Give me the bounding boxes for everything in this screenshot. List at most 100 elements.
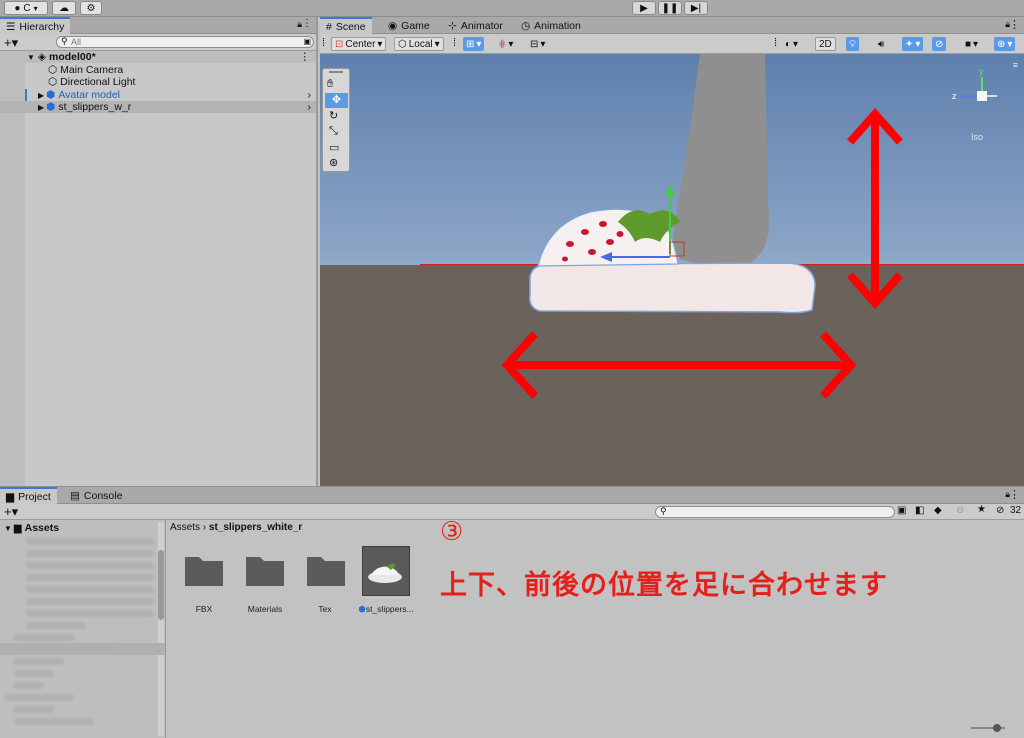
chevron-right-icon[interactable]: › xyxy=(308,89,312,101)
space-local-dropdown[interactable]: ⬡ Local ▾ xyxy=(394,37,444,51)
filter-by-type-icon[interactable]: ◧ xyxy=(915,505,924,516)
gizmo-z-cone[interactable] xyxy=(961,95,975,97)
increment-snap-toggle[interactable]: ⋕ ▾ xyxy=(495,37,516,51)
asset-folder-tex[interactable] xyxy=(306,553,350,601)
expand-arrow-icon[interactable]: ▼ xyxy=(27,53,35,62)
list-item[interactable] xyxy=(0,583,165,595)
asset-folder-fbx[interactable] xyxy=(184,553,228,601)
account-dropdown[interactable]: ● C ▾ xyxy=(4,1,48,15)
list-item[interactable] xyxy=(0,571,165,583)
more-icon[interactable]: ⋮ xyxy=(302,18,312,29)
gizmo-y-cone[interactable] xyxy=(981,77,983,91)
hierarchy-item-st-slippers[interactable]: ▶ ⬢ st_slippers_w_r › xyxy=(0,101,316,113)
grid-visibility-dropdown[interactable]: ⊟ ▾ xyxy=(527,37,548,51)
tab-project[interactable]: ▆ Project xyxy=(0,487,57,504)
lighting-toggle[interactable]: 💡︎ xyxy=(846,37,859,51)
step-button[interactable]: ▶| xyxy=(684,1,708,15)
scene-panel: # Scene ◉ Game ⊹ Animator ◷ Animation 🔒︎… xyxy=(320,17,1024,486)
hidden-objects-toggle[interactable]: ⊘ xyxy=(932,37,947,51)
scene-orientation-gizmo[interactable]: ≡ y z Iso xyxy=(938,60,1018,144)
expand-arrow-icon[interactable]: ▼ xyxy=(4,524,12,533)
services-button[interactable]: ⚙ xyxy=(80,1,102,15)
hierarchy-item-avatar-model[interactable]: ▶ ⬢ Avatar model › xyxy=(0,89,316,101)
list-item[interactable] xyxy=(0,619,165,631)
tab-animation-label: Animation xyxy=(534,19,581,32)
list-item[interactable] xyxy=(0,547,165,559)
add-icon[interactable]: +▾ xyxy=(4,35,18,51)
transform-tool-icon[interactable]: ⊛ xyxy=(329,156,338,169)
hierarchy-item-directional-light[interactable]: ⬡ Directional Light xyxy=(0,76,316,88)
zoom-slider-thumb[interactable] xyxy=(993,724,1001,732)
tab-animation[interactable]: ◷ Animation xyxy=(515,17,587,34)
tab-game[interactable]: ◉ Game xyxy=(382,17,436,34)
tab-hierarchy[interactable]: ☰ Hierarchy xyxy=(0,17,71,34)
scene-viewport[interactable]: ✋︎ ✥ ↻ ⤡ ▭ ⊛ ≡ y z Iso xyxy=(320,54,1024,486)
list-item[interactable] xyxy=(0,703,165,715)
list-item[interactable] xyxy=(0,607,165,619)
list-item[interactable] xyxy=(0,595,165,607)
expand-arrow-icon[interactable]: ▶ xyxy=(38,91,44,100)
search-filter-icon[interactable]: ▣ xyxy=(303,37,311,46)
2d-toggle[interactable]: 2D xyxy=(815,37,836,51)
tab-scene[interactable]: # Scene xyxy=(320,17,372,34)
asset-model-st-slippers[interactable] xyxy=(362,546,410,596)
hierarchy-item-main-camera[interactable]: ⬡ Main Camera xyxy=(0,64,316,76)
scene-tabbar: # Scene ◉ Game ⊹ Animator ◷ Animation 🔒︎… xyxy=(320,17,1024,34)
audio-toggle[interactable]: 🔊︎ xyxy=(875,37,887,51)
list-item[interactable] xyxy=(0,559,165,571)
zoom-slider[interactable] xyxy=(971,724,1005,732)
grid-snap-toggle[interactable]: ⊞ ▾ xyxy=(463,37,485,51)
gizmo-menu-icon[interactable]: ≡ xyxy=(1013,60,1018,70)
gizmo-x-neg[interactable] xyxy=(987,95,997,97)
effects-icon: ✦ xyxy=(905,38,914,50)
chevron-down-icon: ▾ xyxy=(434,38,440,50)
chevron-down-icon: ▾ xyxy=(33,3,38,13)
breadcrumb-current[interactable]: st_slippers_white_r xyxy=(209,522,302,533)
list-item[interactable] xyxy=(0,679,165,691)
rotate-tool-icon[interactable]: ↻ xyxy=(329,109,338,122)
shading-mode-dropdown[interactable]: ◐ ▾ xyxy=(782,37,801,51)
projection-label[interactable]: Iso xyxy=(971,132,983,142)
tab-console[interactable]: ▤ Console xyxy=(64,487,128,504)
pivot-center-dropdown[interactable]: ⊡ Center ▾ xyxy=(331,37,387,51)
pause-button[interactable]: ❚❚ xyxy=(658,1,682,15)
more-icon[interactable]: ⋮ xyxy=(300,51,311,63)
list-item[interactable] xyxy=(0,691,165,703)
hidden-packages-icon[interactable]: ⊘ xyxy=(996,505,1004,516)
step-number-annotation: ③ xyxy=(440,517,464,547)
scale-tool-icon[interactable]: ⤡ xyxy=(329,125,338,138)
cloud-button[interactable]: ☁ xyxy=(52,1,76,15)
camera-dropdown[interactable]: ■ ▾ xyxy=(962,37,981,51)
add-icon[interactable]: +▾ xyxy=(4,504,18,520)
account-label: C xyxy=(23,2,31,14)
project-search-field[interactable]: ⚲ xyxy=(655,506,895,518)
play-button[interactable]: ▶ xyxy=(632,1,656,15)
hierarchy-item-model00[interactable]: ▼ ◈ model00* ⋮ xyxy=(0,51,316,63)
search-filter-icon[interactable]: ▣ xyxy=(897,505,906,516)
more-icon[interactable]: ⋮ xyxy=(1009,488,1020,501)
hand-tool-icon[interactable]: ✋︎ xyxy=(327,78,333,91)
hierarchy-search-field[interactable]: ⚲ All ▣ xyxy=(56,36,314,48)
rect-tool-icon[interactable]: ▭ xyxy=(329,141,339,154)
tree-item-assets[interactable]: ▼ ▆ Assets xyxy=(0,522,165,534)
filter-by-log-icon[interactable]: ⊖ xyxy=(956,505,964,516)
list-item[interactable] xyxy=(0,535,165,547)
expand-arrow-icon[interactable]: ▶ xyxy=(38,103,44,112)
chevron-right-icon[interactable]: › xyxy=(308,101,312,113)
list-item[interactable] xyxy=(0,715,165,727)
list-item[interactable] xyxy=(0,643,165,655)
effects-dropdown[interactable]: ✦ ▾ xyxy=(902,37,924,51)
list-item[interactable] xyxy=(0,631,165,643)
breadcrumb-root[interactable]: Assets xyxy=(170,522,200,533)
gizmos-dropdown[interactable]: ⊕ ▾ xyxy=(994,37,1016,51)
list-item[interactable] xyxy=(0,655,165,667)
filter-by-label-icon[interactable]: ◆ xyxy=(934,505,942,516)
gizmo-y-arrowhead[interactable] xyxy=(665,184,675,196)
asset-folder-materials[interactable] xyxy=(245,553,289,601)
more-icon[interactable]: ⋮ xyxy=(1009,18,1020,31)
move-tool-icon[interactable]: ✥ xyxy=(325,93,348,108)
favorite-star-icon[interactable]: ★ xyxy=(977,504,986,515)
tab-animator[interactable]: ⊹ Animator xyxy=(442,17,509,34)
gizmo-center-cube[interactable] xyxy=(977,91,987,101)
list-item[interactable] xyxy=(0,667,165,679)
